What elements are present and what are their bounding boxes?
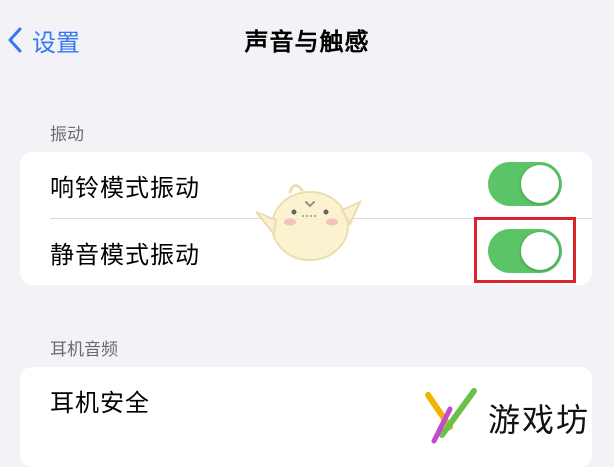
watermark: 游戏坊	[420, 385, 614, 447]
ring-mode-vibration-label: 响铃模式振动	[50, 173, 200, 202]
watermark-text: 游戏坊	[488, 401, 591, 439]
headphone-safety-label: 耳机安全	[50, 388, 150, 417]
navigation-bar: 设置 声音与触感	[0, 0, 614, 80]
section-header-headphone-audio: 耳机音频	[50, 340, 118, 360]
mascot-sticker-icon	[250, 176, 362, 268]
page-title: 声音与触感	[244, 28, 370, 56]
silent-mode-vibration-label: 静音模式振动	[50, 240, 200, 269]
section-header-vibration: 振动	[50, 125, 84, 145]
highlight-annotation-box	[474, 217, 576, 283]
toggle-knob	[521, 165, 559, 203]
ring-mode-vibration-toggle[interactable]	[488, 162, 562, 206]
